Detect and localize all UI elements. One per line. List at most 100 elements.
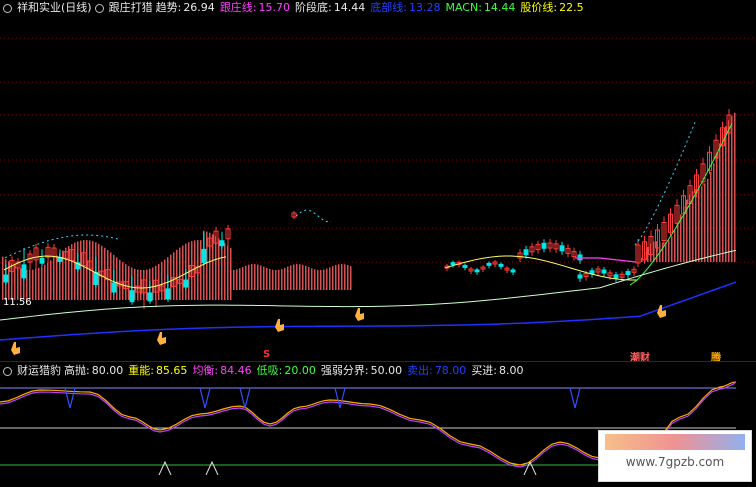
volume-bar: [305, 265, 307, 290]
volume-bar: [662, 242, 664, 262]
hand-pointer-icon: [157, 332, 166, 345]
volume-bar: [230, 269, 232, 290]
volume-bar: [218, 238, 220, 300]
volume-bar: [41, 266, 43, 300]
volume-bar: [86, 240, 88, 300]
follow-line: [575, 257, 637, 263]
buy-spike: [205, 460, 219, 476]
volume-bar: [707, 178, 709, 262]
volume-bar: [326, 268, 328, 290]
volume-bar: [116, 257, 118, 300]
volume-bar: [734, 112, 736, 262]
volume-bar: [227, 245, 229, 300]
volume-bar: [674, 230, 676, 262]
volume-bar: [320, 269, 322, 290]
volume-bar: [713, 163, 715, 262]
volume-bar: [2, 256, 4, 300]
trend-line: [444, 255, 638, 281]
volume-bar: [299, 264, 301, 290]
volume-bar: [302, 264, 304, 290]
volume-bar: [335, 264, 337, 290]
volume-bar: [260, 265, 262, 290]
volume-bar: [98, 243, 100, 300]
volume-bar: [725, 126, 727, 262]
watermark-url: www.7gpzb.com: [625, 455, 725, 469]
volume-bar: [242, 266, 244, 290]
volume-bar: [248, 264, 250, 290]
volume-bar: [290, 265, 292, 290]
volume-bar: [80, 240, 82, 300]
volume-bar: [701, 186, 703, 262]
volume-bar: [287, 266, 289, 290]
volume-bar: [56, 255, 58, 300]
volume-bar: [176, 249, 178, 300]
candle: [201, 248, 207, 263]
candle: [129, 290, 135, 303]
candle: [523, 249, 529, 256]
volume-bar: [281, 268, 283, 290]
candle: [613, 274, 619, 279]
candle: [93, 271, 99, 285]
hand-pointer-icon: [275, 319, 284, 332]
dotted-trail: [295, 209, 332, 223]
sell-spike: [239, 387, 251, 409]
candle: [21, 264, 27, 279]
volume-bar: [245, 265, 247, 290]
volume-bar: [704, 183, 706, 262]
volume-bar: [182, 245, 184, 300]
candle: [219, 240, 225, 247]
candle: [601, 269, 607, 274]
volume-bar: [251, 264, 253, 290]
volume-bar: [728, 120, 730, 262]
volume-bar: [710, 171, 712, 262]
volume-bar: [236, 269, 238, 290]
volume-bar: [20, 268, 22, 300]
candle: [147, 292, 153, 302]
sell-spike: [199, 387, 211, 409]
volume-bar: [233, 269, 235, 290]
volume-bar: [275, 269, 277, 290]
volume-bar: [716, 153, 718, 262]
volume-bar: [263, 266, 265, 290]
volume-bar: [272, 269, 274, 290]
candle: [450, 262, 456, 266]
volume-bar: [257, 264, 259, 290]
volume-bar: [29, 269, 31, 300]
hand-pointer-icon: [355, 308, 364, 321]
volume-bar: [323, 269, 325, 290]
volume-bar: [296, 264, 298, 290]
candle: [39, 257, 45, 264]
volume-bar: [347, 265, 349, 290]
volume-bar: [284, 267, 286, 290]
price-chart: [0, 37, 756, 355]
buy-spike: [158, 460, 172, 476]
candle: [462, 264, 468, 268]
volume-bar: [308, 267, 310, 290]
volume-bar: [164, 259, 166, 300]
volume-bar: [50, 260, 52, 300]
volume-bar: [140, 269, 142, 300]
volume-bar: [179, 247, 181, 300]
watermark: www.7gpzb.com: [598, 430, 752, 482]
candle: [486, 262, 492, 266]
volume-bar: [338, 264, 340, 290]
volume-bar: [269, 268, 271, 290]
volume-bar: [278, 269, 280, 290]
volume-bar: [722, 134, 724, 262]
candle: [577, 274, 583, 279]
volume-bar: [44, 264, 46, 300]
volume-bar: [293, 264, 295, 290]
volume-bar: [695, 189, 697, 262]
candle: [474, 269, 480, 273]
candle: [625, 271, 631, 276]
volume-bar: [731, 115, 733, 262]
volume-bar: [206, 231, 208, 300]
candle: [510, 269, 516, 273]
volume-bar: [254, 264, 256, 290]
volume-bar: [32, 269, 34, 300]
volume-bar: [314, 269, 316, 290]
volume-bar: [38, 267, 40, 300]
candle: [165, 288, 171, 300]
volume-bar: [332, 266, 334, 290]
volume-bar: [311, 268, 313, 290]
